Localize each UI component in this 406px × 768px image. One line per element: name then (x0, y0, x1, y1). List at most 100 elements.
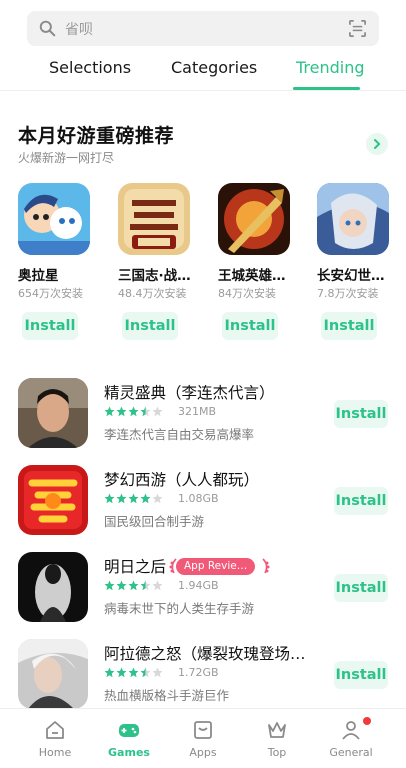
section-more-button[interactable] (366, 133, 388, 155)
nav-label: Apps (189, 746, 217, 759)
search-icon (39, 20, 56, 37)
search-placeholder: 省呗 (65, 22, 93, 38)
star-icon (104, 493, 115, 504)
star-icon (152, 493, 163, 504)
star-icon (128, 667, 139, 678)
bottom-nav: Home Games Apps Top General (0, 708, 406, 768)
app-title: 阿拉德之怒（爆裂玫瑰登场… (104, 645, 306, 663)
install-button[interactable]: Install (334, 487, 388, 515)
nav-label: Home (38, 746, 72, 759)
app-title: 梦幻西游（人人都玩） (104, 471, 260, 489)
list-item[interactable]: 梦幻西游（人人都玩） 1.08GB 国民级回合制手游 Install (0, 465, 406, 543)
crown-icon (268, 722, 286, 738)
list-item[interactable]: 精灵盛典（李连杰代言） 321MB 李连杰代言自由交易高爆率 Install (0, 378, 406, 456)
featured-app-card[interactable]: 王城英雄… 84万次安装 Install (218, 183, 304, 340)
star-icon (140, 667, 151, 678)
section-title: 本月好游重磅推荐 (18, 125, 175, 147)
home-icon (46, 721, 64, 739)
featured-app-card[interactable]: 三国志·战… 48.4万次安装 Install (118, 183, 204, 340)
app-title: 明日之后 (104, 558, 167, 576)
app-downloads: 48.4万次安装 (118, 287, 187, 300)
star-icon (140, 580, 151, 591)
app-description: 李连杰代言自由交易高爆率 (104, 427, 255, 442)
section-subtitle: 火爆新游一网打尽 (18, 151, 115, 165)
star-icon (128, 406, 139, 417)
star-icon (152, 580, 163, 591)
app-name: 奥拉星 (18, 268, 59, 284)
install-button[interactable]: Install (22, 312, 78, 340)
tab-divider (0, 90, 406, 91)
rating-stars (104, 493, 164, 504)
app-size: 1.72GB (178, 666, 219, 679)
install-button[interactable]: Install (122, 312, 178, 340)
chevron-right-icon (374, 139, 381, 149)
nav-top[interactable]: Top (242, 709, 312, 768)
star-icon (116, 580, 127, 591)
star-icon (104, 580, 115, 591)
app-size: 1.94GB (178, 579, 219, 592)
star-icon (128, 493, 139, 504)
search-bar[interactable]: 省呗 (27, 11, 379, 46)
app-icon (18, 378, 88, 448)
app-icon (317, 183, 389, 255)
star-icon (104, 406, 115, 417)
notification-dot (363, 717, 371, 725)
star-icon (116, 493, 127, 504)
install-button[interactable]: Install (334, 400, 388, 428)
nav-general[interactable]: General (316, 709, 386, 768)
app-icon (18, 183, 90, 255)
rating-stars (104, 667, 164, 678)
app-size: 321MB (178, 405, 217, 418)
rating-stars (104, 580, 164, 591)
app-name: 三国志·战… (118, 268, 191, 284)
star-icon (128, 580, 139, 591)
app-downloads: 84万次安装 (218, 287, 276, 300)
nav-apps[interactable]: Apps (168, 709, 238, 768)
app-icon (18, 552, 88, 622)
install-button[interactable]: Install (321, 312, 377, 340)
star-icon (104, 667, 115, 678)
star-icon (116, 406, 127, 417)
nav-games[interactable]: Games (94, 709, 164, 768)
review-badge: App Revie… (176, 558, 256, 575)
nav-label: Games (108, 746, 150, 759)
star-icon (152, 667, 163, 678)
star-icon (152, 406, 163, 417)
tab-categories[interactable]: Categories (171, 58, 257, 77)
app-size: 1.08GB (178, 492, 219, 505)
top-tabs: Selections Categories Trending (0, 56, 406, 92)
featured-app-card[interactable]: 奥拉星 654万次安装 Install (18, 183, 104, 340)
app-icon (18, 465, 88, 535)
app-title: 精灵盛典（李连杰代言） (104, 384, 275, 402)
install-button[interactable]: Install (334, 661, 388, 689)
tab-selections[interactable]: Selections (49, 58, 131, 77)
install-button[interactable]: Install (334, 574, 388, 602)
app-description: 国民级回合制手游 (104, 514, 205, 529)
app-icon (218, 183, 290, 255)
featured-app-card[interactable]: 长安幻世… 7.8万次安装 Install (317, 183, 403, 340)
app-downloads: 654万次安装 (18, 287, 83, 300)
laurel-right-icon (262, 558, 270, 574)
scan-icon[interactable] (348, 19, 367, 38)
tab-trending[interactable]: Trending (296, 58, 365, 77)
nav-label: Top (267, 746, 287, 759)
apps-icon (194, 721, 212, 739)
app-description: 热血横版格斗手游巨作 (104, 688, 230, 703)
star-icon (116, 667, 127, 678)
nav-home[interactable]: Home (20, 709, 90, 768)
install-button[interactable]: Install (222, 312, 278, 340)
list-item[interactable]: 阿拉德之怒（爆裂玫瑰登场… 1.72GB 热血横版格斗手游巨作 Install (0, 639, 406, 717)
star-icon (140, 493, 151, 504)
app-downloads: 7.8万次安装 (317, 287, 379, 300)
gamepad-icon (119, 724, 139, 737)
rating-stars (104, 406, 164, 417)
nav-label: General (329, 746, 373, 759)
list-item[interactable]: 明日之后 App Revie… 1.94GB 病毒末世下的人类生存手游 Inst… (0, 552, 406, 630)
app-icon (18, 639, 88, 709)
app-name: 王城英雄… (218, 268, 286, 284)
person-icon (342, 721, 360, 740)
app-icon (118, 183, 190, 255)
star-icon (140, 406, 151, 417)
app-name: 长安幻世… (317, 268, 385, 284)
app-description: 病毒末世下的人类生存手游 (104, 601, 255, 616)
